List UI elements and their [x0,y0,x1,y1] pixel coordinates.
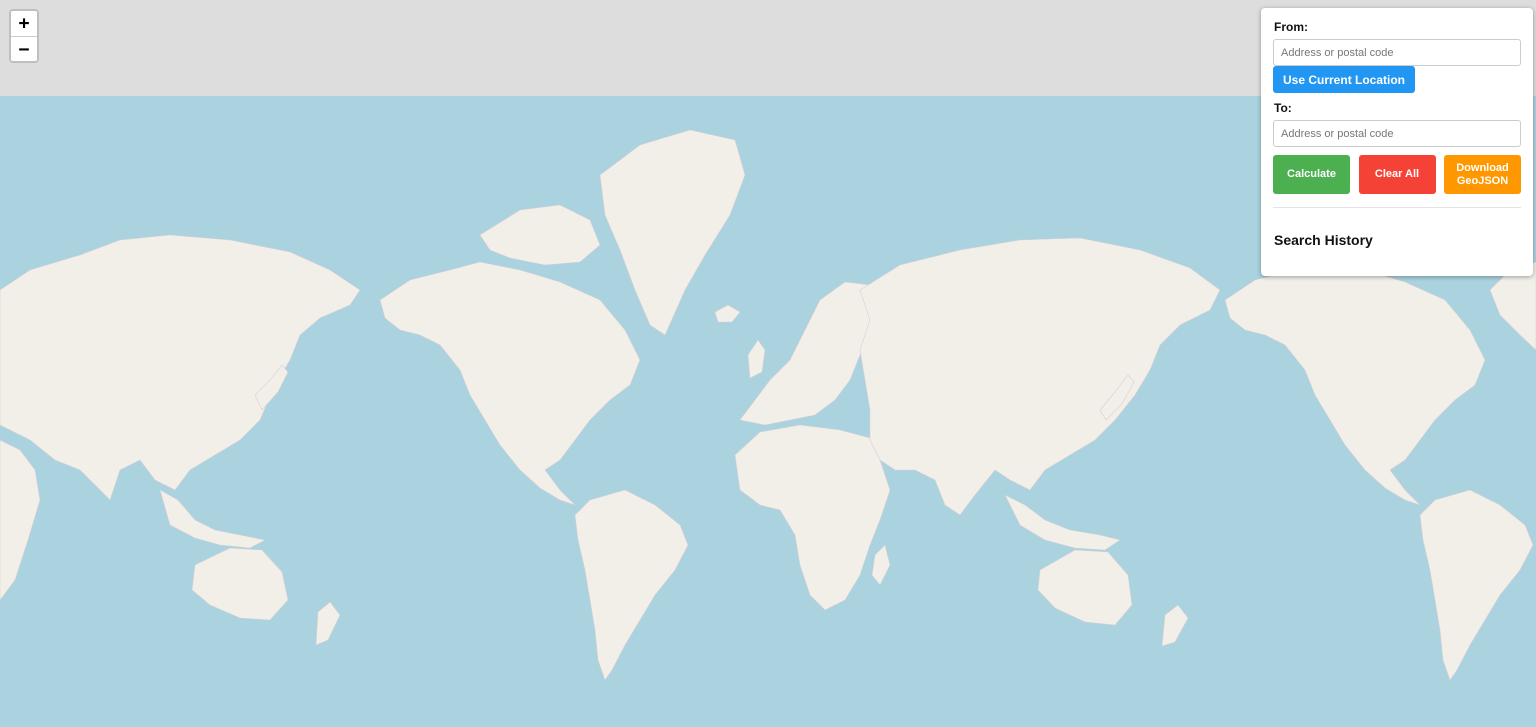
download-geojson-button[interactable]: Download GeoJSON [1444,155,1521,194]
clear-all-button[interactable]: Clear All [1358,155,1436,194]
zoom-control: + − [9,9,39,63]
from-input[interactable] [1273,39,1521,66]
use-current-location-button[interactable]: Use Current Location [1273,66,1416,93]
zoom-out-button[interactable]: − [11,36,37,61]
map-container[interactable]: + − From: Use Current Location To: Calcu… [0,0,1536,727]
search-history-title: Search History [1274,232,1373,248]
to-label: To: [1274,101,1292,115]
route-panel: From: Use Current Location To: Calculate… [1261,8,1533,276]
action-buttons: Calculate Clear All Download GeoJSON [1273,155,1521,194]
calculate-button[interactable]: Calculate [1273,155,1350,194]
panel-divider [1273,207,1521,208]
zoom-in-button[interactable]: + [11,11,37,36]
to-input[interactable] [1273,120,1521,147]
from-label: From: [1274,20,1308,34]
